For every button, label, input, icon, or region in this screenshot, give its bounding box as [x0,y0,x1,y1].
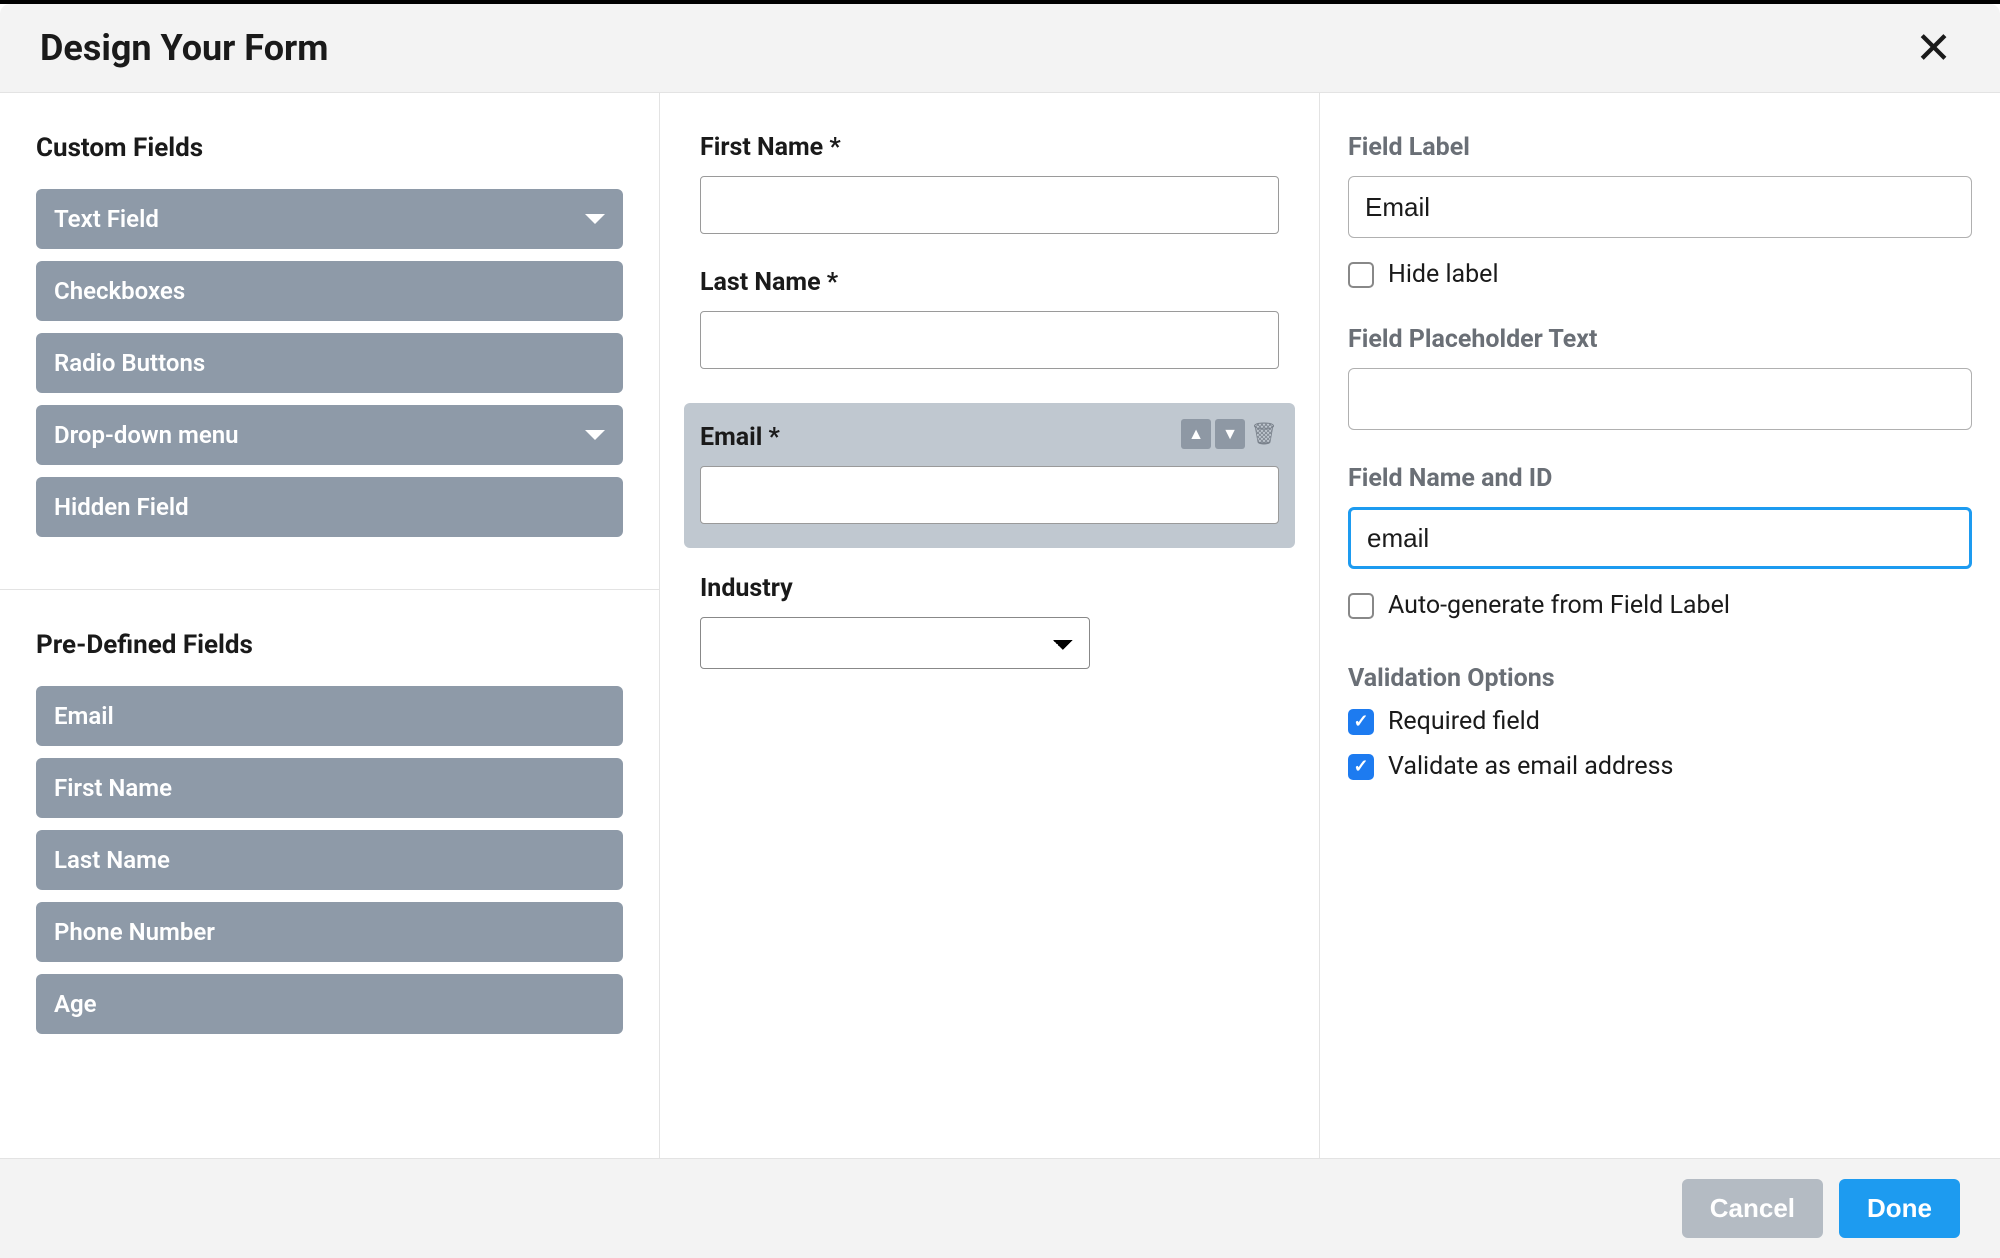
form-field-input[interactable] [700,176,1279,234]
field-btn-label: Age [54,990,97,1018]
form-field-input[interactable] [700,311,1279,369]
field-label-input[interactable] [1348,176,1972,238]
modal-title: Design Your Form [40,27,328,69]
form-canvas: First Name * Last Name * Email *▲▼🗑 Industr… [660,93,1320,1158]
hide-label-row: Hide label [1348,260,1972,289]
custom-field-radio-buttons[interactable]: Radio Buttons [36,333,623,393]
field-btn-label: Last Name [54,846,170,874]
form-field-3[interactable]: Industry [684,574,1295,669]
form-field-input[interactable] [700,466,1279,524]
validate-email-text: Validate as email address [1388,752,1673,781]
autogen-text: Auto-generate from Field Label [1388,591,1730,620]
fieldname-input[interactable] [1348,507,1972,569]
modal-footer: Cancel Done [0,1158,2000,1258]
validate-email-row: ✓ Validate as email address [1348,752,1972,781]
field-btn-label: Hidden Field [54,493,189,521]
close-icon[interactable]: ✕ [1907,26,1960,70]
required-text: Required field [1388,707,1540,736]
autogen-row: Auto-generate from Field Label [1348,591,1972,620]
placeholder-title: Field Placeholder Text [1348,325,1972,354]
validate-email-checkbox[interactable]: ✓ [1348,754,1374,780]
form-field-label: Last Name * [700,268,1279,297]
custom-field-hidden-field[interactable]: Hidden Field [36,477,623,537]
field-actions: ▲▼🗑 [1181,419,1279,449]
predefined-fields-title: Pre-Defined Fields [36,630,623,660]
modal-body: Custom Fields Text Field Checkboxes Radio … [0,93,2000,1158]
field-btn-label: Checkboxes [54,277,185,305]
cancel-button[interactable]: Cancel [1682,1179,1823,1238]
hide-label-text: Hide label [1388,260,1499,289]
custom-field-drop-down-menu[interactable]: Drop-down menu [36,405,623,465]
field-btn-label: Text Field [54,205,159,233]
predefined-field-first-name[interactable]: First Name [36,758,623,818]
hide-label-checkbox[interactable] [1348,262,1374,288]
form-field-label: First Name * [700,133,1279,162]
predefined-field-phone-number[interactable]: Phone Number [36,902,623,962]
field-btn-label: Phone Number [54,918,215,946]
custom-fields-title: Custom Fields [36,133,623,163]
predefined-field-email[interactable]: Email [36,686,623,746]
move-down-icon[interactable]: ▼ [1215,419,1245,449]
form-field-label: Industry [700,574,1279,603]
field-properties-panel: Field Label Hide label Field Placeholder… [1320,93,2000,1158]
modal-header: Design Your Form ✕ [0,4,2000,93]
done-button[interactable]: Done [1839,1179,1960,1238]
form-field-1[interactable]: Last Name * [684,268,1295,369]
form-field-select[interactable] [700,617,1090,669]
placeholder-input[interactable] [1348,368,1972,430]
field-btn-label: Drop-down menu [54,421,239,449]
fieldname-title: Field Name and ID [1348,464,1972,493]
field-palette: Custom Fields Text Field Checkboxes Radio … [0,93,660,1158]
custom-field-checkboxes[interactable]: Checkboxes [36,261,623,321]
form-field-2[interactable]: Email *▲▼🗑 [684,403,1295,548]
field-btn-label: Radio Buttons [54,349,205,377]
validation-title: Validation Options [1348,664,1972,693]
field-btn-label: Email [54,702,114,730]
custom-fields-section: Custom Fields Text Field Checkboxes Radio … [0,93,659,589]
field-btn-label: First Name [54,774,172,802]
design-form-modal: Design Your Form ✕ Custom Fields Text Fi… [0,0,2000,1258]
required-checkbox[interactable]: ✓ [1348,709,1374,735]
move-up-icon[interactable]: ▲ [1181,419,1211,449]
required-row: ✓ Required field [1348,707,1972,736]
field-label-title: Field Label [1348,133,1972,162]
form-field-0[interactable]: First Name * [684,133,1295,234]
predefined-field-age[interactable]: Age [36,974,623,1034]
chevron-down-icon [585,430,605,440]
autogen-checkbox[interactable] [1348,593,1374,619]
chevron-down-icon [585,214,605,224]
predefined-field-last-name[interactable]: Last Name [36,830,623,890]
predefined-fields-section: Pre-Defined Fields Email First Name Last N… [0,589,659,1086]
custom-field-text-field[interactable]: Text Field [36,189,623,249]
trash-icon[interactable]: 🗑 [1249,419,1279,449]
